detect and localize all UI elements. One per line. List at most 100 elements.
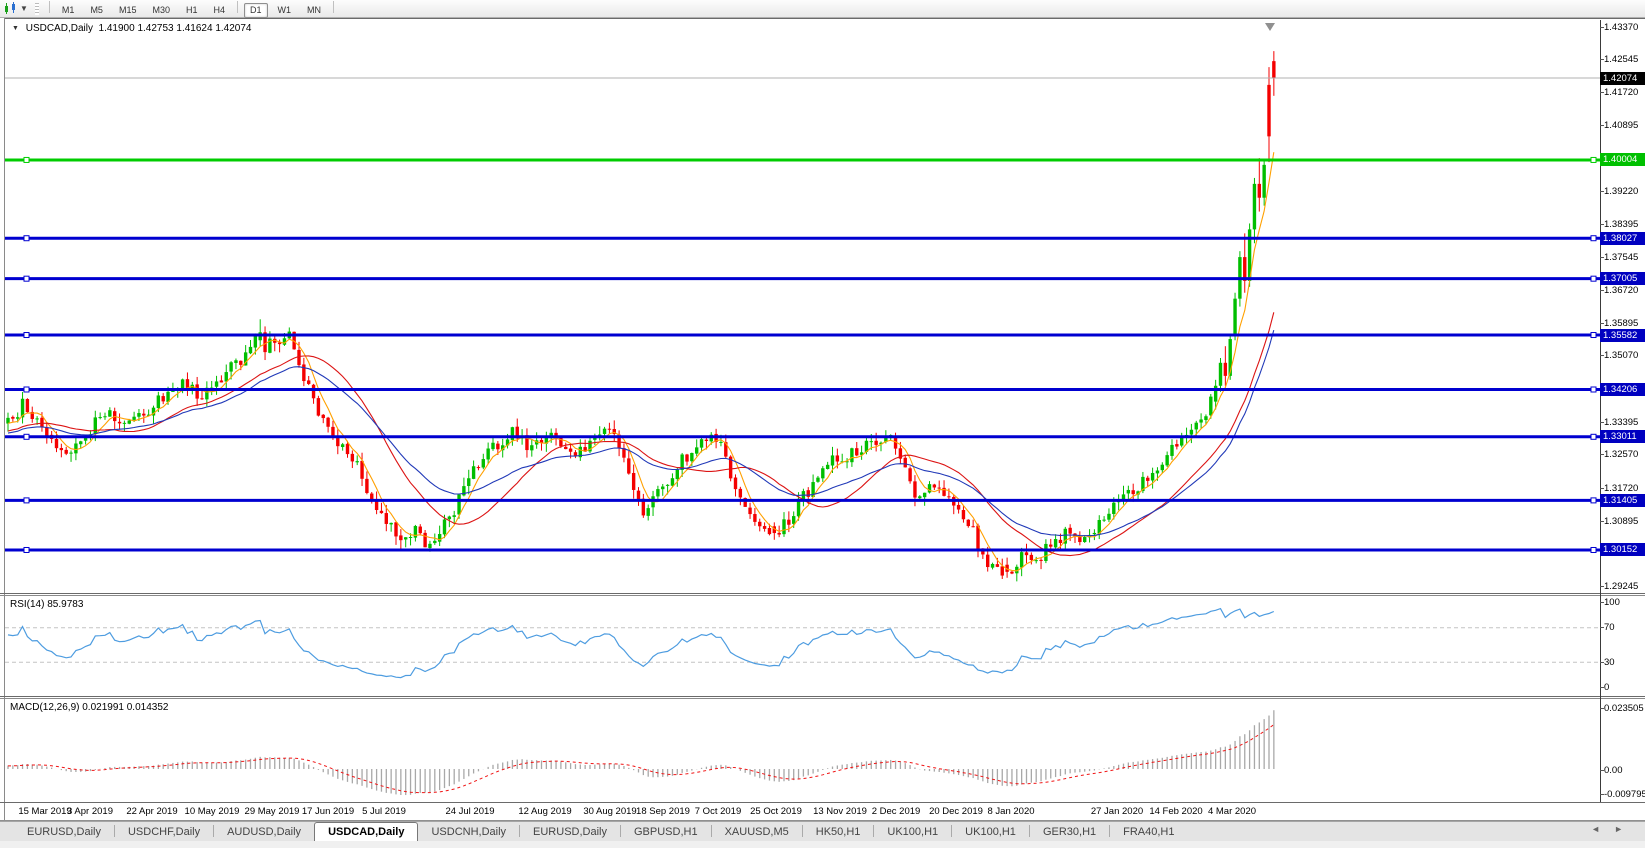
toolbar-separator — [333, 1, 334, 13]
hline-price-badge: 1.31405 — [1600, 494, 1645, 507]
date-label: 7 Oct 2019 — [695, 806, 741, 817]
timeframe-button-m15[interactable]: M15 — [113, 3, 143, 18]
hline-price-badge: 1.35582 — [1600, 329, 1645, 342]
timeframe-button-d1[interactable]: D1 — [244, 3, 268, 18]
price-tick: 1.30895 — [1604, 516, 1638, 527]
date-label: 12 Aug 2019 — [518, 806, 571, 817]
chart-tab-fra40-h1[interactable]: FRA40,H1 — [1110, 824, 1187, 841]
date-label: 18 Sep 2019 — [636, 806, 690, 817]
chart-tab-ger30-h1[interactable]: GER30,H1 — [1030, 824, 1109, 841]
chart-tab-xauusd-m5[interactable]: XAUUSD,M5 — [712, 824, 802, 841]
panel-separator[interactable] — [0, 696, 1645, 697]
date-label: 4 Mar 2020 — [1208, 806, 1256, 817]
macd-tick: -0.009795 — [1604, 789, 1645, 800]
price-tick: 1.42545 — [1604, 54, 1638, 65]
rsi-tick: 30 — [1604, 657, 1615, 668]
date-label: 25 Oct 2019 — [750, 806, 802, 817]
tab-strip-bottom — [0, 841, 1645, 848]
rsi-tick: 100 — [1604, 597, 1620, 608]
ohlc-close: 1.42074 — [215, 23, 251, 34]
hline-price-badge: 1.37005 — [1600, 272, 1645, 285]
panel-separator[interactable] — [0, 593, 1645, 594]
chart-tab-gbpusd-h1[interactable]: GBPUSD,H1 — [621, 824, 711, 841]
timeframe-button-m5[interactable]: M5 — [84, 3, 109, 18]
mt4-window: ▼ M1M5 M15M30 H1 H4 D1 W1MN ▼ USDCAD,Daily 1.… — [0, 0, 1645, 848]
date-label: 14 Feb 2020 — [1149, 806, 1202, 817]
tab-scroll-right-icon[interactable]: ► — [1614, 824, 1637, 834]
rsi-tick: 0 — [1604, 682, 1609, 693]
date-label: 8 Jan 2020 — [987, 806, 1034, 817]
price-tick: 1.37545 — [1604, 252, 1638, 263]
date-label: 20 Dec 2019 — [929, 806, 983, 817]
rsi-canvas[interactable] — [5, 596, 1600, 696]
ohlc-low: 1.41624 — [176, 23, 212, 34]
hline-price-badge: 1.38027 — [1600, 232, 1645, 245]
date-label: 10 May 2019 — [185, 806, 240, 817]
hline-price-badge: 1.34206 — [1600, 383, 1645, 396]
price-tick: 1.40895 — [1604, 120, 1638, 131]
toolbar-separator — [49, 1, 50, 13]
price-tick: 1.43370 — [1604, 22, 1638, 33]
rsi-label: RSI(14) 85.9783 — [10, 599, 83, 610]
chart-tab-uk100-h1[interactable]: UK100,H1 — [874, 824, 951, 841]
chart-bottom-border — [0, 802, 1645, 803]
chart-tab-usdchf-daily[interactable]: USDCHF,Daily — [115, 824, 213, 841]
timeframe-button-mn[interactable]: MN — [301, 3, 327, 18]
chart-tab-audusd-daily[interactable]: AUDUSD,Daily — [214, 824, 314, 841]
macd-tick: 0.00 — [1604, 765, 1623, 776]
hline-price-badge: 1.33011 — [1600, 430, 1645, 443]
hline-price-badge: 1.30152 — [1600, 543, 1645, 556]
price-tick: 1.38395 — [1604, 219, 1638, 230]
chart-tab-eurusd-daily[interactable]: EURUSD,Daily — [14, 824, 114, 841]
timeframe-button-m30[interactable]: M30 — [146, 3, 176, 18]
price-tick: 1.33395 — [1604, 417, 1638, 428]
date-label: 27 Jan 2020 — [1091, 806, 1143, 817]
chart-tab-bar: EURUSD,DailyUSDCHF,DailyAUDUSD,DailyUSDC… — [0, 821, 1645, 841]
timeframe-button-w1[interactable]: W1 — [272, 3, 298, 18]
rsi-tick: 70 — [1604, 622, 1615, 633]
ohlc-open: 1.41900 — [99, 23, 135, 34]
date-label: 17 Jun 2019 — [302, 806, 354, 817]
timeframe-toolbar: ▼ M1M5 M15M30 H1 H4 D1 W1MN — [0, 0, 1645, 18]
price-axis-line — [1600, 20, 1601, 802]
date-label: 24 Jul 2019 — [445, 806, 494, 817]
macd-label: MACD(12,26,9) 0.021991 0.014352 — [10, 702, 168, 713]
date-label: 13 Nov 2019 — [813, 806, 867, 817]
chart-tab-usdcad-daily[interactable]: USDCAD,Daily — [314, 822, 418, 841]
price-tick: 1.39220 — [1604, 186, 1638, 197]
chevron-down-icon[interactable]: ▼ — [20, 4, 28, 13]
collapse-icon[interactable]: ▼ — [12, 25, 19, 32]
tab-scroll-left-icon[interactable]: ◄ — [1591, 824, 1614, 834]
chart-symbol: USDCAD,Daily — [26, 23, 93, 34]
macd-canvas[interactable] — [5, 699, 1600, 802]
chart-tab-usdcnh-daily[interactable]: USDCNH,Daily — [418, 824, 519, 841]
price-tick: 1.29245 — [1604, 581, 1638, 592]
macd-tick: 0.023505 — [1604, 703, 1644, 714]
main-chart-canvas[interactable] — [5, 20, 1600, 593]
chart-tab-hk50-h1[interactable]: HK50,H1 — [803, 824, 874, 841]
price-tick: 1.35895 — [1604, 318, 1638, 329]
current-price-badge: 1.42074 — [1600, 72, 1645, 85]
price-tick: 1.41720 — [1604, 87, 1638, 98]
chart-title: ▼ USDCAD,Daily 1.41900 1.42753 1.41624 1… — [12, 23, 251, 34]
date-label: 15 Mar 2019 — [18, 806, 71, 817]
date-label: 22 Apr 2019 — [126, 806, 177, 817]
price-tick: 1.31720 — [1604, 483, 1638, 494]
chart-tab-eurusd-daily[interactable]: EURUSD,Daily — [520, 824, 620, 841]
date-label: 30 Aug 2019 — [583, 806, 636, 817]
toolbar-separator — [237, 1, 238, 13]
date-label: 29 May 2019 — [245, 806, 300, 817]
chart-type-icon[interactable] — [2, 2, 20, 16]
price-tick: 1.35070 — [1604, 350, 1638, 361]
timeframe-button-h4[interactable]: H4 — [208, 3, 232, 18]
chart-tab-uk100-h1[interactable]: UK100,H1 — [952, 824, 1029, 841]
date-label: 5 Jul 2019 — [362, 806, 406, 817]
timeframe-button-m1[interactable]: M1 — [56, 3, 81, 18]
ohlc-high: 1.42753 — [137, 23, 173, 34]
hline-price-badge: 1.40004 — [1600, 153, 1645, 166]
tab-scroll-arrows: ◄► — [1591, 824, 1637, 834]
toolbar-grip[interactable] — [35, 3, 39, 15]
timeframe-button-h1[interactable]: H1 — [180, 3, 204, 18]
date-label: 3 Apr 2019 — [67, 806, 113, 817]
date-label: 2 Dec 2019 — [872, 806, 921, 817]
